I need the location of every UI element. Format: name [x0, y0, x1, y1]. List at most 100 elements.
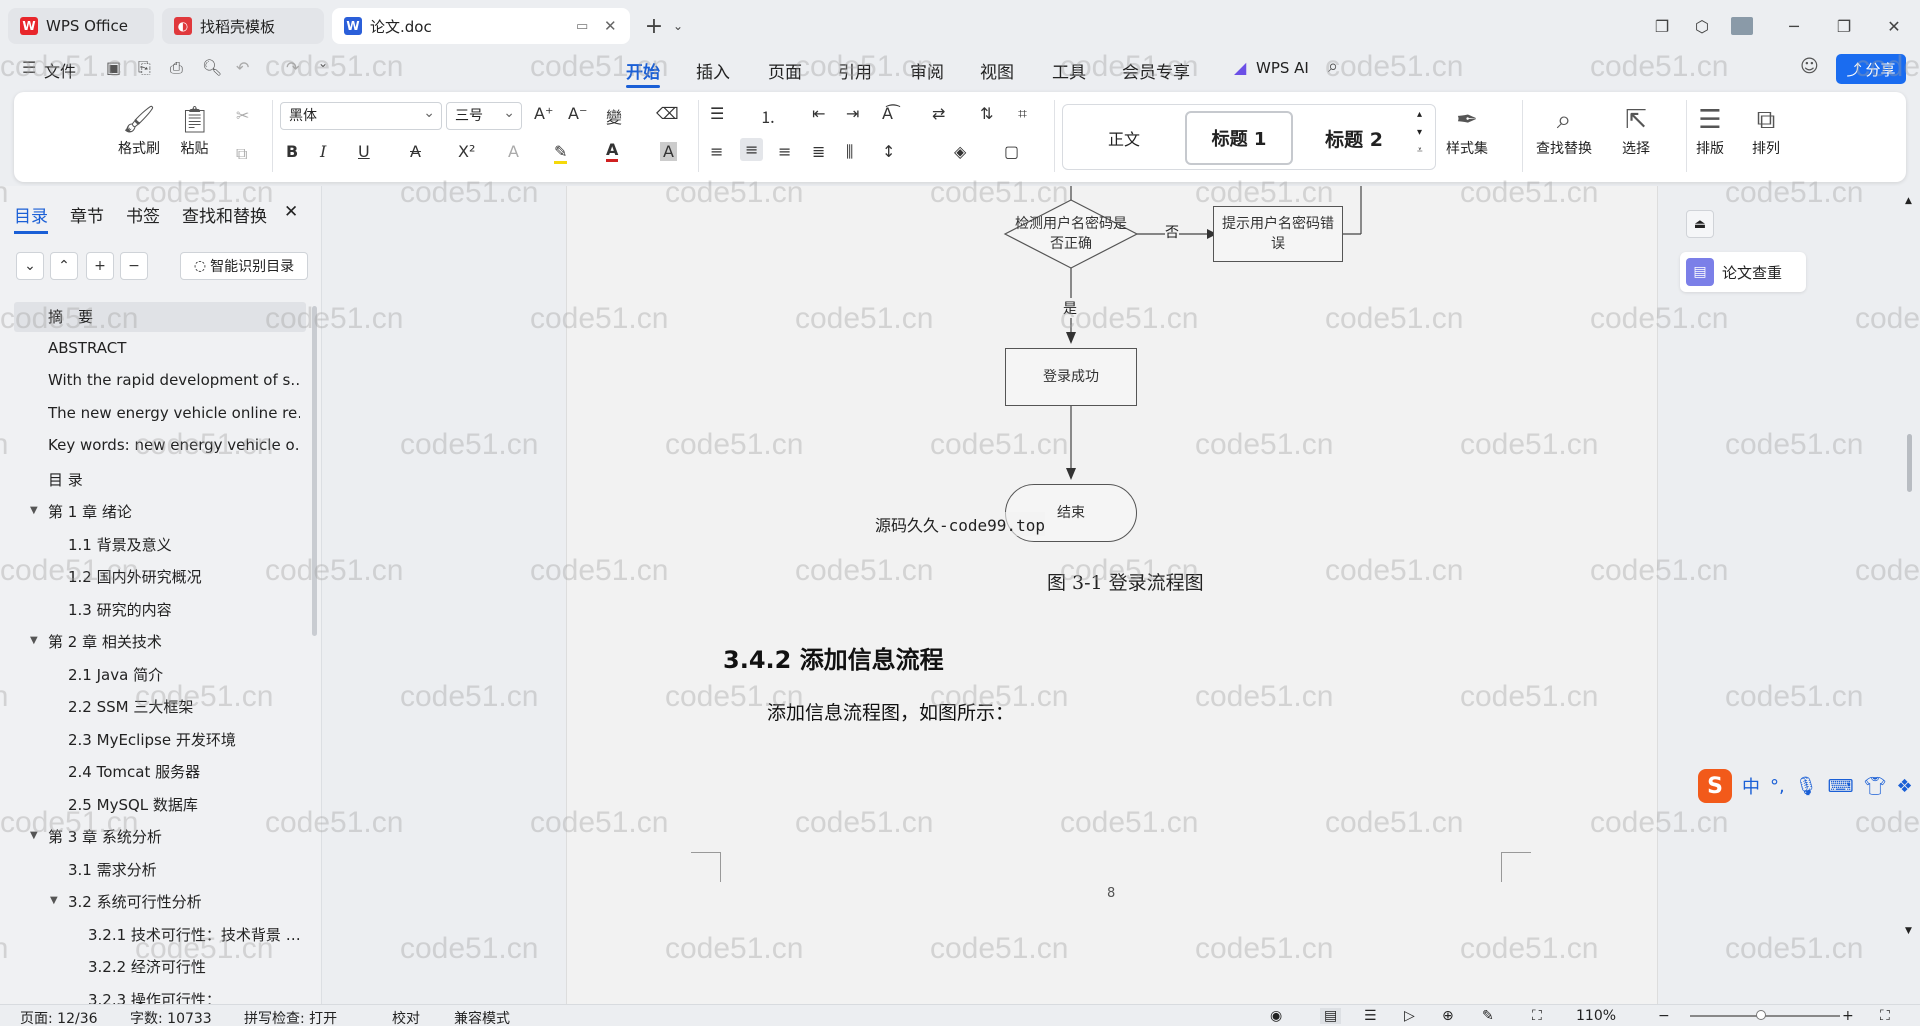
outline-view-icon[interactable]: ☰ [1364, 1008, 1377, 1024]
select-button[interactable]: ⇱ 选择 [1622, 102, 1650, 158]
share-button[interactable]: ⤴ 分享 [1836, 54, 1906, 84]
tab-document[interactable]: W 论文.doc ▭ ✕ [332, 8, 630, 44]
web-view-icon[interactable]: ⊕ [1442, 1008, 1454, 1024]
window-switch-icon[interactable]: ❐ [1646, 10, 1678, 42]
highlight-icon[interactable]: ✎ [554, 142, 568, 164]
line-spacing-icon[interactable]: ↕ [882, 142, 895, 161]
ime-chinese-icon[interactable]: 中 [1742, 773, 1760, 799]
close-pane-icon[interactable]: ✕ [284, 202, 298, 222]
tab-templates[interactable]: ◐ 找稻壳模板 [162, 8, 324, 44]
phonetic-icon[interactable]: 變 [606, 104, 622, 128]
bold-icon[interactable]: B [286, 142, 298, 161]
toc-item[interactable]: 目 录 [48, 469, 300, 490]
layout-button[interactable]: ☰ 排版 [1696, 102, 1724, 158]
spell-check[interactable]: 拼写检查: 打开 [244, 1008, 337, 1026]
search-icon[interactable]: ⌕ [1328, 56, 1338, 77]
tab-bookmarks[interactable]: 书签 [126, 202, 160, 227]
style-heading-2[interactable]: 标题 2 [1299, 111, 1409, 165]
move-up-icon[interactable]: ⌃ [50, 252, 78, 280]
tab-list-chevron-icon[interactable]: ⌄ [662, 10, 694, 42]
quick-access-chevron-icon[interactable]: ⌄ [318, 56, 328, 70]
toc-item[interactable]: 3.2 系统可行性分析 [68, 891, 300, 912]
tab-find-replace[interactable]: 查找和替换 [182, 202, 267, 227]
print-icon[interactable]: ⎙ [170, 58, 183, 78]
save-icon[interactable]: ▣ [106, 58, 121, 77]
eye-icon[interactable]: ◉ [1270, 1008, 1282, 1024]
paste-button[interactable]: 📋︎ 粘贴 [178, 102, 211, 158]
menu-insert[interactable]: 插入 [696, 58, 730, 83]
avatar[interactable] [1726, 10, 1758, 42]
style-scroll-down-icon[interactable]: ▾ [1417, 127, 1422, 138]
toc-item[interactable]: 第 1 章 绪论 [48, 501, 300, 522]
italic-icon[interactable]: I [320, 142, 326, 161]
font-name-select[interactable]: 黑体 [280, 100, 442, 130]
shading-icon[interactable]: ◈ [954, 142, 966, 161]
toc-item[interactable]: 1.1 背景及意义 [68, 534, 300, 555]
chat-icon[interactable]: ☺ [1800, 56, 1819, 77]
vertical-scrollbar[interactable]: ▲ ▼ [1904, 196, 1916, 996]
expand-arrow-icon[interactable]: ▼ [30, 830, 38, 841]
proofread[interactable]: 校对 [392, 1008, 420, 1026]
align-right-icon[interactable]: ≡ [778, 142, 791, 161]
font-size-select[interactable]: 三号 [446, 100, 522, 130]
smart-toc-button[interactable]: ◌ 智能识别目录 [180, 252, 308, 280]
format-brush-button[interactable]: 🖌︎ 格式刷 [118, 102, 160, 158]
tab-chapters[interactable]: 章节 [70, 202, 104, 227]
scroll-up-icon[interactable]: ▲ [1905, 196, 1912, 206]
menu-file[interactable]: 文件 [44, 58, 76, 82]
ime-punct-icon[interactable]: °, [1770, 776, 1785, 797]
decrease-indent-icon[interactable]: ⇤ [812, 104, 825, 123]
maximize-icon[interactable]: ❐ [1828, 10, 1860, 42]
toc-item[interactable]: With the rapid development of s… [48, 371, 300, 389]
zoom-out-icon[interactable]: − [1658, 1008, 1670, 1024]
pen-mode-icon[interactable]: ✎ [1482, 1008, 1494, 1024]
ime-mic-icon[interactable]: 🎙︎ [1795, 776, 1818, 797]
menu-review[interactable]: 审阅 [910, 58, 944, 83]
tab-toc[interactable]: 目录 [14, 202, 48, 234]
sogou-logo-icon[interactable]: S [1698, 769, 1732, 803]
style-heading-1[interactable]: 标题 1 [1185, 111, 1293, 165]
fullscreen-icon[interactable]: ⛶ [1880, 1008, 1890, 1024]
undo-icon[interactable]: ↶ [236, 58, 249, 77]
toc-item[interactable]: 3.2.2 经济可行性 [88, 956, 300, 977]
menu-home[interactable]: 开始 [626, 58, 660, 88]
justify-icon[interactable]: ≣ [812, 142, 825, 161]
page-view-icon[interactable]: ▤ [1320, 1008, 1342, 1024]
show-marks-icon[interactable]: ⌗ [1018, 104, 1027, 124]
collapse-panel-icon[interactable]: ⏏ [1686, 210, 1714, 238]
page-indicator[interactable]: 页面: 12/36 [20, 1008, 98, 1026]
align-left-icon[interactable]: ≡ [710, 142, 723, 161]
toc-scrollbar[interactable] [312, 306, 317, 636]
add-entry-icon[interactable]: + [86, 252, 114, 280]
align-center-icon[interactable]: ≡ [740, 138, 764, 161]
paper-check-button[interactable]: ▤ 论文查重 [1680, 252, 1806, 292]
scroll-thumb[interactable] [1907, 434, 1912, 492]
convert-icon[interactable]: ⇄ [932, 104, 945, 123]
collapse-all-icon[interactable]: ⌄ [16, 252, 44, 280]
redo-icon[interactable]: ↷ [286, 58, 299, 77]
superscript-icon[interactable]: X² [458, 142, 475, 161]
text-direction-icon[interactable]: A͡ [882, 104, 893, 123]
close-window-icon[interactable]: ✕ [1878, 10, 1910, 42]
toc-item[interactable]: 3.2.1 技术可行性：技术背景 … [88, 924, 300, 945]
zoom-slider-thumb[interactable] [1756, 1010, 1766, 1020]
toc-item[interactable]: 2.2 SSM 三大框架 [68, 696, 300, 717]
word-count[interactable]: 字数: 10733 [130, 1008, 212, 1026]
toc-item[interactable]: 2.4 Tomcat 服务器 [68, 761, 300, 782]
remove-entry-icon[interactable]: − [120, 252, 148, 280]
char-shading-icon[interactable]: A [660, 142, 677, 161]
strikethrough-icon[interactable]: A [410, 142, 421, 161]
ime-skin-icon[interactable]: 👕︎ [1864, 776, 1887, 797]
toc-item[interactable]: 第 3 章 系统分析 [48, 826, 300, 847]
expand-arrow-icon[interactable]: ▼ [50, 895, 58, 906]
sort-icon[interactable]: ⇅ [980, 104, 993, 123]
increase-indent-icon[interactable]: ⇥ [846, 104, 859, 123]
text-effect-icon[interactable]: A [508, 142, 519, 161]
style-normal[interactable]: 正文 [1069, 111, 1179, 165]
toc-item[interactable]: 1.2 国内外研究概况 [68, 566, 300, 587]
zoom-level[interactable]: 110% [1576, 1008, 1616, 1024]
menu-membership[interactable]: 会员专享 [1122, 58, 1190, 83]
scroll-down-icon[interactable]: ▼ [1905, 926, 1912, 936]
cut-icon[interactable]: ✂ [236, 106, 249, 125]
toc-item[interactable]: 1.3 研究的内容 [68, 599, 300, 620]
